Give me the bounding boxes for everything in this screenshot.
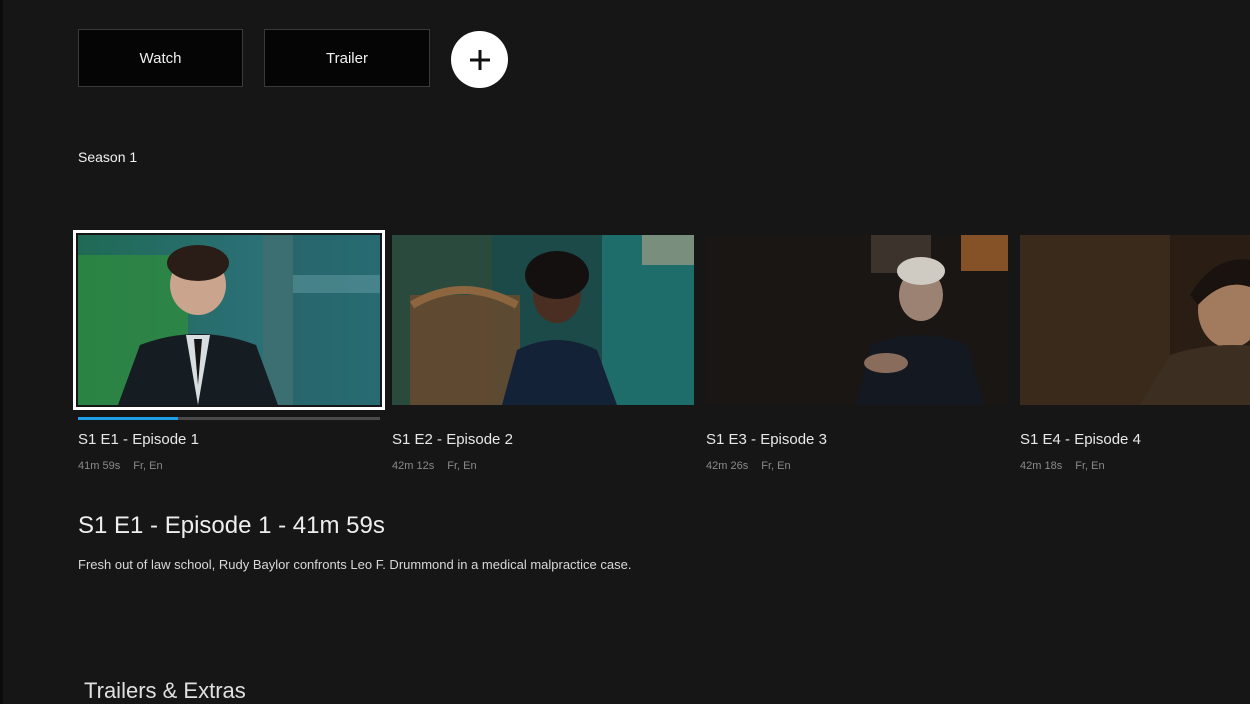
screen: Watch Trailer Season 1 S1 E1 - Episode 1…	[0, 0, 1250, 704]
add-to-list-button[interactable]	[451, 31, 508, 88]
episode-meta: 42m 12s Fr, En	[392, 460, 487, 472]
episode-title: S1 E4 - Episode 4	[1020, 431, 1141, 448]
trailer-button[interactable]: Trailer	[264, 29, 430, 87]
watch-button[interactable]: Watch	[78, 29, 243, 87]
episode-duration: 42m 12s	[392, 460, 435, 472]
watch-progress-fill	[78, 417, 178, 420]
episode-title: S1 E3 - Episode 3	[706, 431, 827, 448]
episode-title: S1 E2 - Episode 2	[392, 431, 513, 448]
episode-thumbnail	[73, 230, 385, 410]
episode-detail-description: Fresh out of law school, Rudy Baylor con…	[78, 557, 632, 572]
episode-thumbnail	[1020, 235, 1250, 405]
episode-detail-title: S1 E1 - Episode 1 - 41m 59s	[78, 512, 385, 539]
season-selector[interactable]: Season 1	[78, 149, 137, 165]
episode-languages: Fr, En	[1075, 460, 1105, 472]
episode-card-3[interactable]: S1 E3 - Episode 3 42m 26s Fr, En	[706, 235, 1008, 472]
episode-languages: Fr, En	[133, 460, 163, 472]
episode-card-2[interactable]: S1 E2 - Episode 2 42m 12s Fr, En	[392, 235, 694, 472]
episode-duration: 42m 18s	[1020, 460, 1063, 472]
episode-duration: 41m 59s	[78, 460, 121, 472]
episode-languages: Fr, En	[761, 460, 791, 472]
episode-thumbnail	[392, 235, 694, 405]
watch-progress-bar	[78, 417, 380, 420]
episode-card-1[interactable]: S1 E1 - Episode 1 41m 59s Fr, En	[73, 230, 385, 472]
episode-meta: 42m 26s Fr, En	[706, 460, 801, 472]
episode-title: S1 E1 - Episode 1	[78, 431, 199, 448]
left-edge	[0, 0, 3, 704]
episode-card-4[interactable]: S1 E4 - Episode 4 42m 18s Fr, En	[1020, 235, 1250, 472]
plus-icon	[469, 49, 490, 70]
episode-duration: 42m 26s	[706, 460, 749, 472]
episode-thumbnail	[706, 235, 1008, 405]
episode-languages: Fr, En	[447, 460, 477, 472]
trailers-extras-heading: Trailers & Extras	[84, 678, 246, 703]
episode-meta: 42m 18s Fr, En	[1020, 460, 1115, 472]
episode-meta: 41m 59s Fr, En	[78, 460, 173, 472]
